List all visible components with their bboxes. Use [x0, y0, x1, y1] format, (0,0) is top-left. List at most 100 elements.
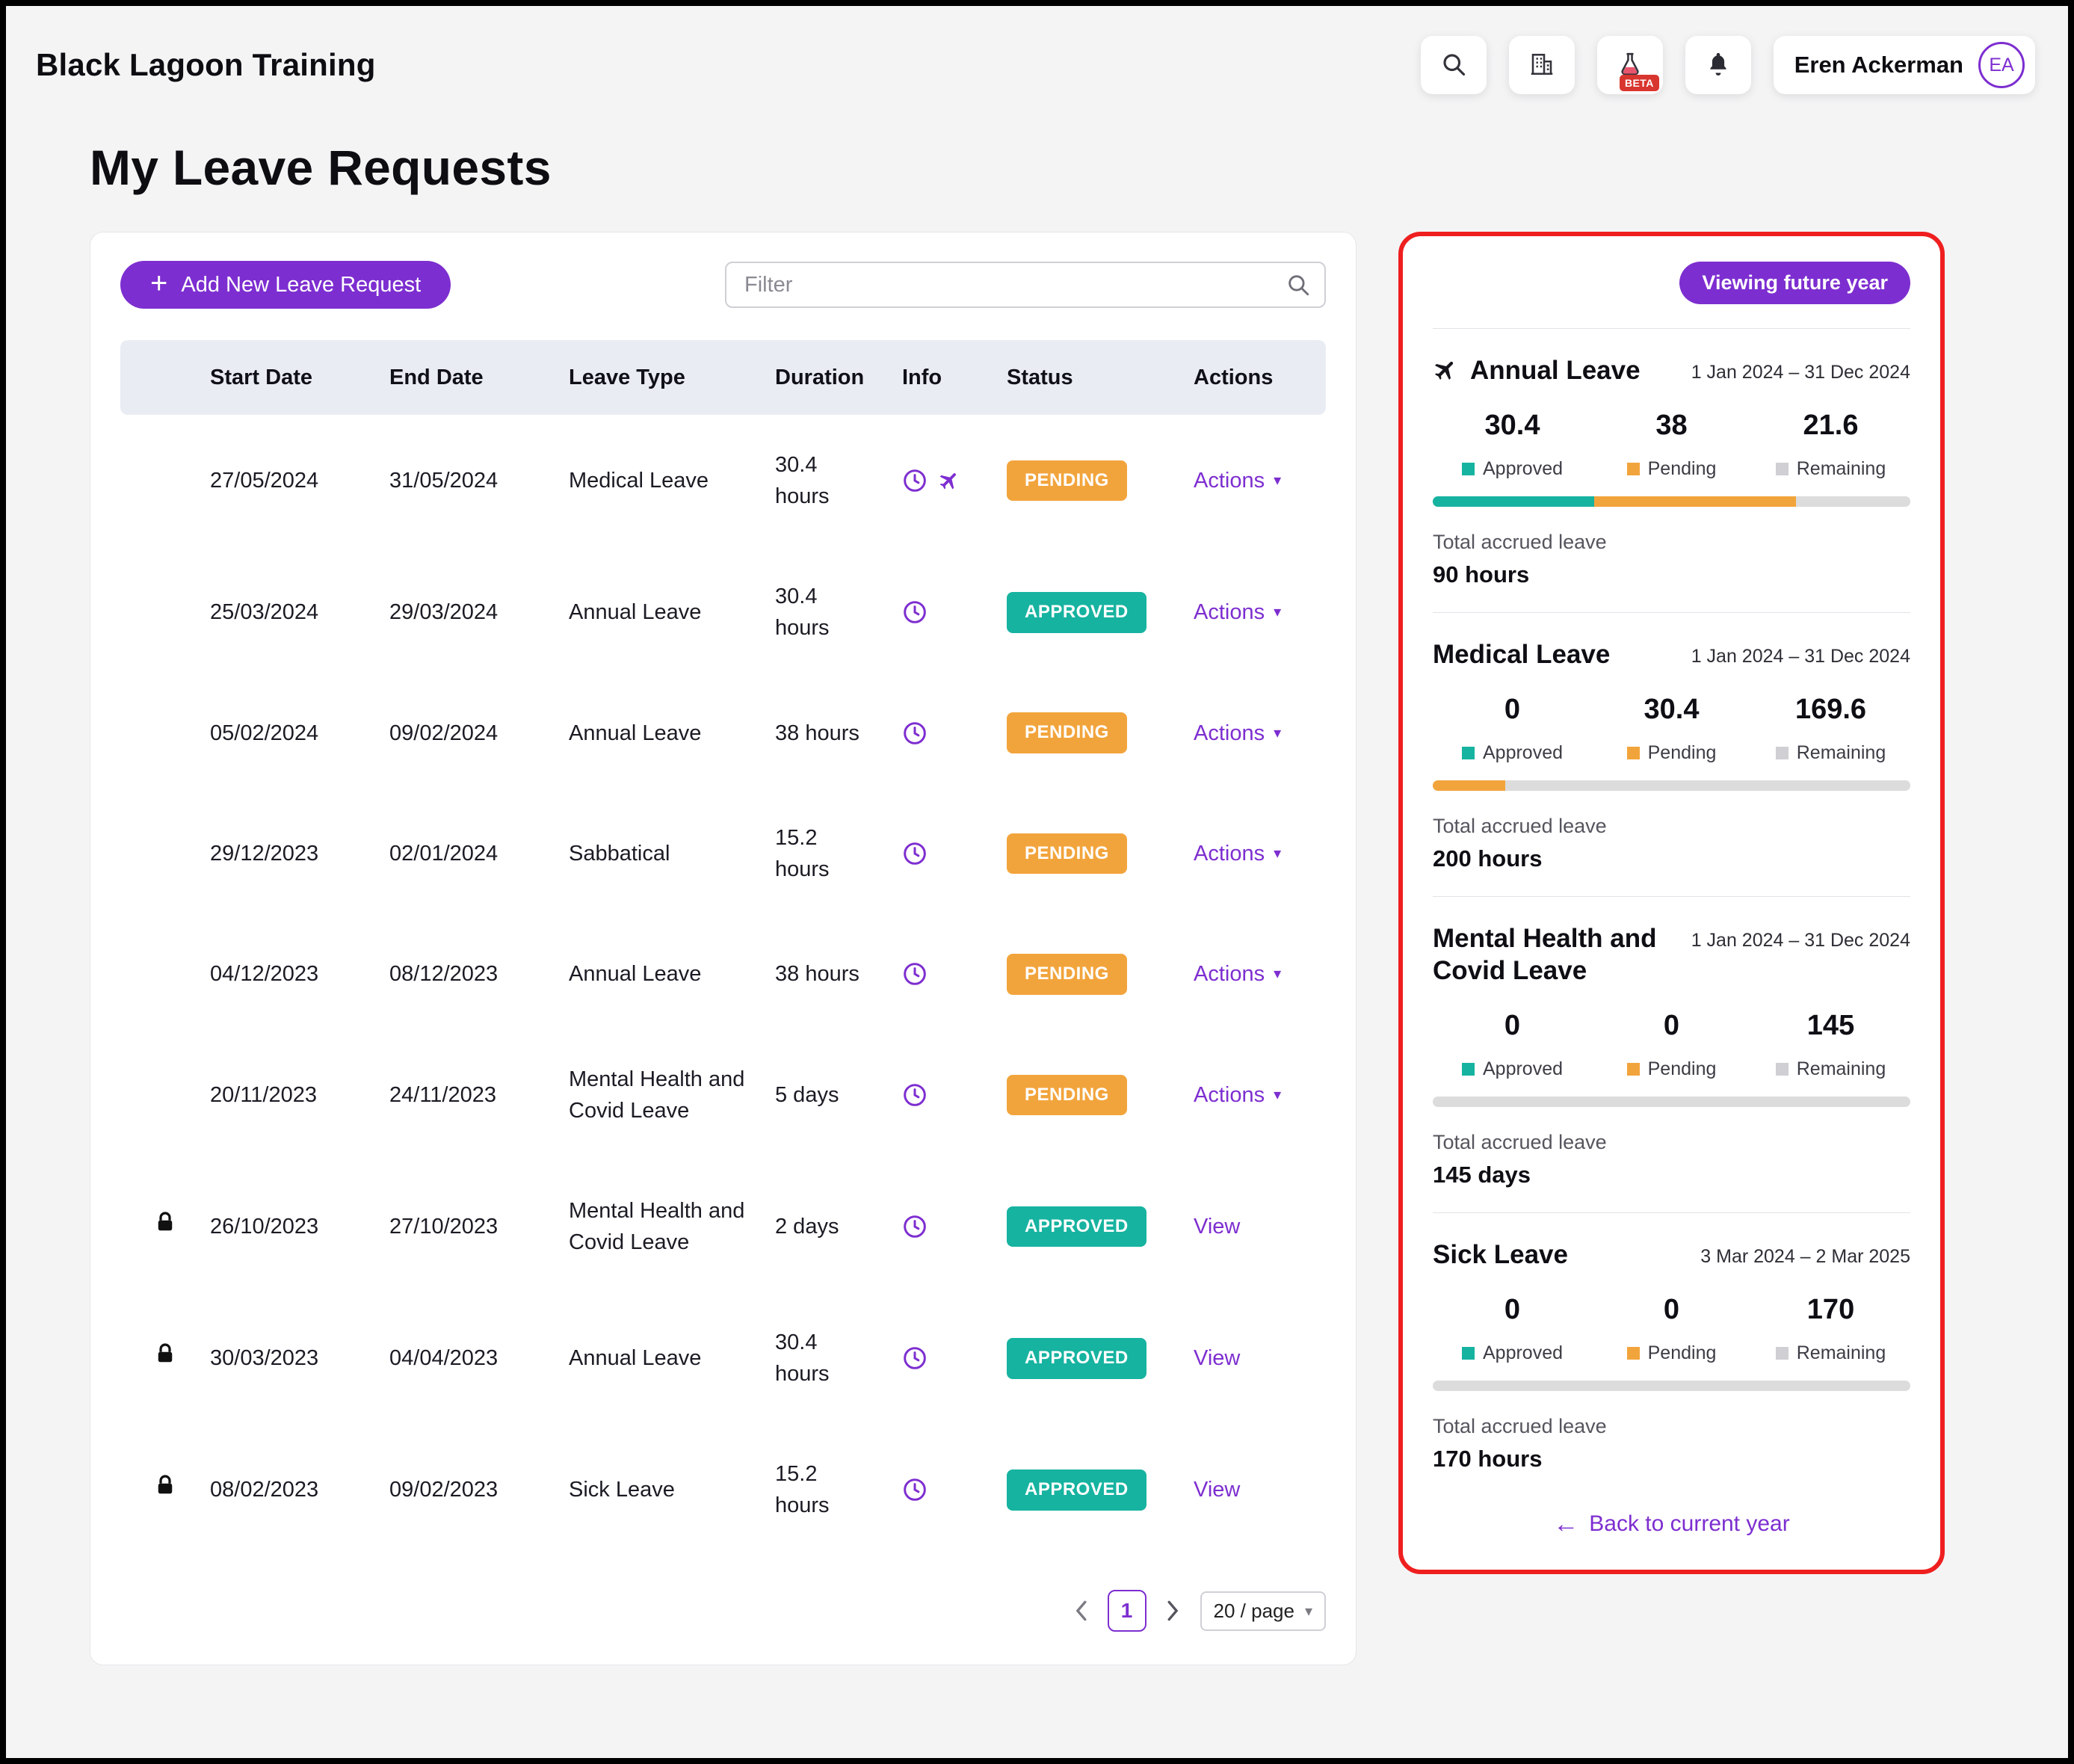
add-leave-request-button[interactable]: + Add New Leave Request — [120, 261, 451, 309]
balance-values: 0 0 145 — [1433, 1010, 1910, 1042]
row-action[interactable]: View ▾ — [1194, 1474, 1240, 1505]
row-action[interactable]: Actions ▾ — [1194, 718, 1281, 749]
cell-status: APPROVED — [1007, 1206, 1194, 1248]
pending-value: 30.4 — [1592, 694, 1751, 726]
current-page-button[interactable]: 1 — [1108, 1590, 1146, 1632]
table-row: 08/02/2023 09/02/2023 Sick Leave 15.2 ho… — [120, 1424, 1326, 1555]
total-accrued-label: Total accrued leave — [1433, 1131, 1910, 1154]
total-accrued-value: 170 hours — [1433, 1446, 1910, 1472]
row-action[interactable]: Actions ▾ — [1194, 958, 1281, 990]
cell-info — [902, 1214, 1007, 1239]
status-badge: APPROVED — [1007, 1206, 1146, 1248]
section-header: Sick Leave 3 Mar 2024 – 2 Mar 2025 — [1433, 1239, 1910, 1271]
approved-marker — [1462, 747, 1475, 759]
plus-icon: + — [150, 268, 167, 298]
clock-icon[interactable] — [902, 1345, 928, 1371]
remaining-value: 145 — [1751, 1010, 1910, 1042]
prev-page-button[interactable] — [1070, 1597, 1091, 1625]
legend-approved: Approved — [1433, 458, 1592, 480]
col-end-date: End Date — [389, 366, 569, 390]
plane-icon[interactable] — [933, 465, 965, 496]
balance-progress-bar — [1433, 780, 1910, 791]
row-action[interactable]: View ▾ — [1194, 1342, 1240, 1374]
section-header: Medical Leave 1 Jan 2024 – 31 Dec 2024 — [1433, 638, 1910, 671]
cell-end-date: 24/11/2023 — [389, 1079, 569, 1111]
filter-search-icon[interactable] — [1286, 272, 1311, 301]
row-action[interactable]: Actions ▾ — [1194, 596, 1281, 628]
clock-icon[interactable] — [902, 599, 928, 625]
cell-leave-type: Sick Leave — [569, 1474, 775, 1505]
clock-icon[interactable] — [902, 961, 928, 987]
col-start-date: Start Date — [210, 366, 389, 390]
clock-icon[interactable] — [902, 1082, 928, 1108]
cell-leave-type: Annual Leave — [569, 718, 775, 749]
cell-info — [902, 1082, 1007, 1108]
approved-marker — [1462, 1347, 1475, 1360]
leave-requests-card: + Add New Leave Request Start Date End D… — [90, 232, 1357, 1665]
row-action[interactable]: Actions ▾ — [1194, 465, 1281, 496]
cell-duration: 15.2 hours — [775, 1458, 902, 1521]
row-action-label: View — [1194, 1474, 1240, 1505]
balance-legend: Approved Pending Remaining — [1433, 458, 1910, 480]
status-badge: PENDING — [1007, 1075, 1127, 1116]
viewing-future-year-badge: Viewing future year — [1679, 262, 1910, 304]
leave-type-title: Annual Leave — [1470, 354, 1679, 387]
next-page-button[interactable] — [1163, 1597, 1184, 1625]
back-to-current-year-link[interactable]: ← Back to current year — [1433, 1511, 1910, 1537]
cell-start-date: 08/02/2023 — [210, 1474, 389, 1505]
clock-icon[interactable] — [902, 721, 928, 746]
cell-duration: 38 hours — [775, 718, 902, 749]
cell-end-date: 31/05/2024 — [389, 465, 569, 496]
remaining-value: 170 — [1751, 1294, 1910, 1326]
remaining-marker — [1776, 747, 1788, 759]
page-content: + Add New Leave Request Start Date End D… — [6, 232, 2068, 1665]
cell-status: PENDING — [1007, 1075, 1194, 1116]
user-menu[interactable]: Eren Ackerman EA — [1774, 36, 2035, 94]
row-action[interactable]: Actions ▾ — [1194, 1079, 1281, 1111]
table-body: 27/05/2024 31/05/2024 Medical Leave 30.4… — [120, 415, 1326, 1555]
approved-marker — [1462, 463, 1475, 475]
chevron-down-icon: ▾ — [1305, 1602, 1312, 1620]
lock-icon — [154, 1211, 176, 1242]
leave-period: 1 Jan 2024 – 31 Dec 2024 — [1691, 362, 1910, 383]
approved-value: 0 — [1433, 1010, 1592, 1042]
chevron-down-icon: ▾ — [1274, 605, 1281, 620]
clock-icon[interactable] — [902, 841, 928, 866]
legend-approved: Approved — [1433, 1342, 1592, 1364]
search-button[interactable] — [1421, 36, 1487, 94]
cell-start-date: 25/03/2024 — [210, 596, 389, 628]
total-accrued-label: Total accrued leave — [1433, 531, 1910, 554]
page-size-select[interactable]: 20 / page ▾ — [1200, 1591, 1326, 1631]
leave-type-title: Medical Leave — [1433, 638, 1679, 671]
clock-icon[interactable] — [902, 1214, 928, 1239]
leave-balance-section: Medical Leave 1 Jan 2024 – 31 Dec 2024 0… — [1433, 612, 1910, 872]
add-leave-request-label: Add New Leave Request — [181, 273, 421, 297]
row-action[interactable]: Actions ▾ — [1194, 838, 1281, 869]
legend-remaining: Remaining — [1751, 1058, 1910, 1080]
pending-value: 38 — [1592, 410, 1751, 442]
clock-icon[interactable] — [902, 468, 928, 493]
labs-button[interactable]: BETA — [1597, 36, 1663, 94]
balance-progress-bar — [1433, 1381, 1910, 1391]
company-button[interactable] — [1509, 36, 1575, 94]
cell-start-date: 04/12/2023 — [210, 958, 389, 990]
beta-badge: BETA — [1620, 75, 1659, 91]
clock-icon[interactable] — [902, 1477, 928, 1502]
cell-duration: 15.2 hours — [775, 822, 902, 885]
filter-input[interactable] — [725, 262, 1326, 308]
row-action[interactable]: View ▾ — [1194, 1211, 1240, 1242]
badge-row: Viewing future year — [1433, 262, 1910, 304]
cell-info — [902, 599, 1007, 625]
search-icon — [1440, 51, 1467, 80]
building-icon — [1528, 51, 1555, 80]
row-action-label: View — [1194, 1342, 1240, 1374]
chevron-down-icon: ▾ — [1274, 846, 1281, 861]
cell-start-date: 27/05/2024 — [210, 465, 389, 496]
pending-marker — [1627, 1063, 1640, 1076]
row-action-label: View — [1194, 1211, 1240, 1242]
legend-remaining: Remaining — [1751, 1342, 1910, 1364]
notifications-button[interactable] — [1685, 36, 1751, 94]
approved-marker — [1462, 1063, 1475, 1076]
lock-icon — [154, 1342, 176, 1374]
user-name: Eren Ackerman — [1794, 52, 1963, 78]
